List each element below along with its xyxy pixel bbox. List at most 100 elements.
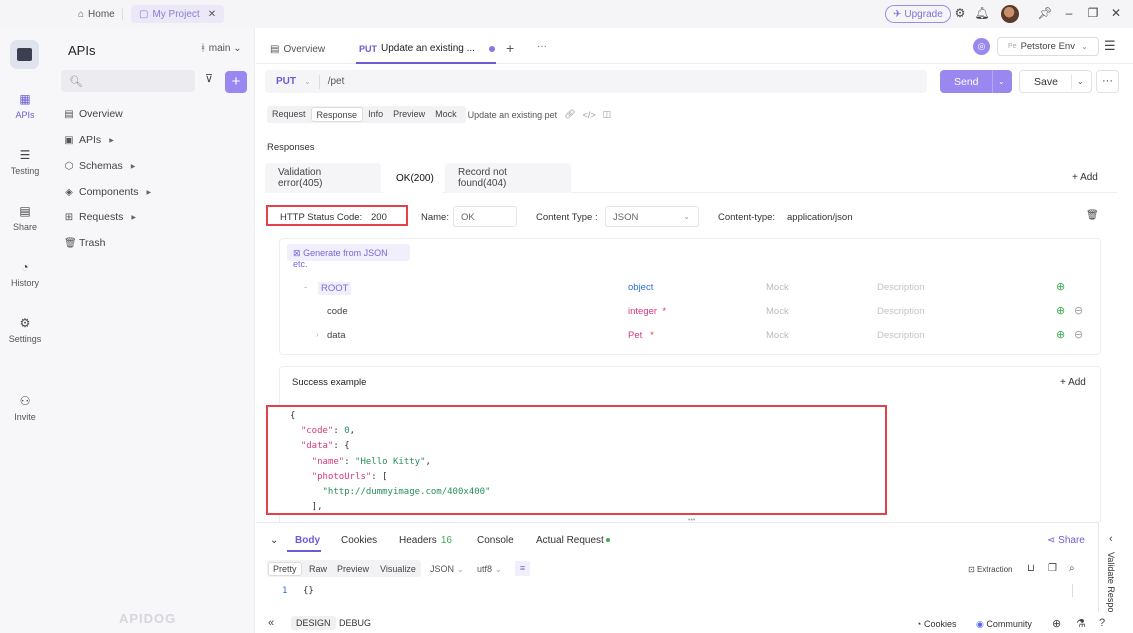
sidebar-item-apis[interactable]: ▣ APIs ▶ (64, 134, 114, 146)
pin-icon[interactable]: 📌︎ (1037, 5, 1053, 21)
code-icon[interactable]: </> (583, 110, 596, 120)
extraction-button[interactable]: ⊡ Extraction (968, 565, 1013, 574)
close-icon[interactable]: ✕ (208, 9, 216, 20)
gear-icon[interactable]: ⚙ (952, 5, 968, 21)
environment-select[interactable]: Pe Petstore Env ⌄ (997, 37, 1099, 56)
tab-record-not-found[interactable]: Record not found(404) (445, 163, 571, 193)
sidebar-item-schemas[interactable]: ⬡ Schemas ▶ (64, 160, 136, 172)
tab-console[interactable]: Console (477, 535, 514, 546)
delete-response-icon[interactable]: 🗑︎ (1086, 210, 1099, 221)
search-icon[interactable]: ⌕ (1069, 563, 1075, 574)
sidebar-item-requests[interactable]: ⊞ Requests ▶ (64, 211, 136, 223)
filter-icon[interactable]: ⊽ (201, 72, 217, 88)
name-input[interactable]: OK (453, 206, 517, 227)
tabs-more-button[interactable]: ··· (537, 41, 547, 52)
schema-type[interactable]: object (628, 282, 653, 293)
expand-icon[interactable]: › (316, 330, 319, 339)
link-icon[interactable]: 🔗︎ (564, 109, 575, 120)
generate-from-json-button[interactable]: ⊠ Generate from JSON etc. (287, 244, 410, 269)
tab-view-preview[interactable]: Preview (337, 564, 369, 574)
save-button[interactable]: Save ⌄ (1019, 70, 1092, 93)
content-type-select[interactable]: JSON ⌄ (605, 206, 699, 227)
url-path-input[interactable]: /pet (328, 76, 345, 87)
community-button[interactable]: ◉ Community (976, 619, 1032, 630)
chevron-left-icon[interactable]: ‹ (1109, 533, 1113, 545)
collapse-sidebar-icon[interactable]: « (268, 617, 274, 629)
menu-icon[interactable]: ☰ (1104, 38, 1116, 54)
tab-pretty[interactable]: Pretty (268, 562, 302, 576)
project-tab[interactable]: ▢ My Project ✕ (131, 5, 225, 23)
minimize-icon[interactable]: – (1061, 5, 1077, 21)
rail-item-settings[interactable]: ⚙ Settings (0, 316, 50, 344)
search-input[interactable]: 🔍︎ (61, 70, 195, 92)
url-bar[interactable]: PUT ⌄ /pet (265, 70, 927, 93)
add-field-icon[interactable]: ⊕ (1056, 328, 1065, 341)
app-logo[interactable] (10, 40, 39, 69)
panel-icon[interactable]: ◫ (603, 109, 612, 120)
tab-cookies[interactable]: Cookies (341, 535, 377, 546)
rail-item-invite[interactable]: ⚇ Invite (0, 394, 50, 422)
globe-icon[interactable]: ⊕ (1052, 617, 1061, 630)
schema-mock[interactable]: Mock (766, 282, 789, 293)
save-icon[interactable]: ⊔ (1027, 563, 1035, 574)
tab-actual-request[interactable]: Actual Request (536, 535, 610, 546)
rail-item-testing[interactable]: ☰ Testing (0, 148, 50, 176)
share-button[interactable]: ⋖ Share (1047, 535, 1085, 546)
schema-mock[interactable]: Mock (766, 330, 789, 341)
status-code-input[interactable]: 200 (371, 212, 387, 223)
maximize-icon[interactable]: ❐ (1085, 5, 1101, 21)
flask-icon[interactable]: ⚗ (1076, 617, 1086, 630)
tab-raw[interactable]: Raw (309, 564, 327, 574)
rail-item-apis[interactable]: ▦ APIs (0, 92, 50, 120)
rail-item-share[interactable]: ▤ Share (0, 204, 50, 232)
tab-response[interactable]: Response (310, 107, 364, 122)
branch-selector[interactable]: ᚼ main ⌄ (200, 43, 242, 54)
schema-description[interactable]: Description (877, 282, 925, 293)
tab-validation-error[interactable]: Validation error(405) (265, 163, 381, 193)
wrap-icon[interactable]: ≡ (515, 561, 530, 576)
debug-mode-button[interactable]: DEBUG (334, 616, 376, 630)
env-icon[interactable]: ◎ (973, 38, 990, 55)
collapse-icon[interactable]: - (304, 282, 307, 293)
sidebar-item-components[interactable]: ◈ Components ▶ (64, 186, 151, 198)
collapse-panel-icon[interactable]: ⌄ (270, 535, 278, 546)
tab-info[interactable]: Info (363, 107, 388, 122)
bell-icon[interactable]: 🔔︎ (974, 5, 990, 21)
method-select[interactable]: PUT (276, 76, 296, 87)
remove-field-icon[interactable]: ⊖ (1074, 304, 1083, 317)
example-code-editor[interactable]: { "code": 0, "data": { "name": "Hello Ki… (266, 405, 887, 515)
more-button[interactable]: ··· (1096, 70, 1119, 93)
sidebar-item-overview[interactable]: ▤ Overview (64, 108, 123, 120)
schema-description[interactable]: Description (877, 306, 925, 317)
tab-body[interactable]: Body (295, 535, 320, 546)
help-icon[interactable]: ? (1099, 617, 1105, 629)
chevron-down-icon[interactable]: ⌄ (998, 77, 1005, 86)
tab-visualize[interactable]: Visualize (380, 564, 416, 574)
add-field-icon[interactable]: ⊕ (1056, 304, 1065, 317)
encoding-select[interactable]: utf8 ⌄ (477, 564, 502, 575)
copy-icon[interactable]: ❐ (1048, 563, 1057, 574)
schema-mock[interactable]: Mock (766, 306, 789, 317)
avatar[interactable] (1001, 5, 1019, 23)
cookies-button[interactable]: ◔ Cookies (916, 619, 956, 629)
schema-field-name[interactable]: data (327, 330, 346, 341)
tab-preview[interactable]: Preview (388, 107, 430, 122)
schema-description[interactable]: Description (877, 330, 925, 341)
scrollbar[interactable] (1072, 584, 1082, 597)
design-mode-button[interactable]: DESIGN (291, 616, 336, 630)
home-tab[interactable]: ⌂ Home (70, 5, 123, 23)
send-button[interactable]: Send ⌄ (940, 70, 1012, 93)
chevron-down-icon[interactable]: ⌄ (1077, 77, 1084, 86)
schema-type[interactable]: Pet * (628, 330, 654, 341)
tab-request[interactable]: Request (267, 107, 311, 122)
sidebar-item-trash[interactable]: 🗑︎ Trash (64, 237, 105, 249)
schema-field-name[interactable]: code (327, 306, 348, 317)
new-tab-button[interactable]: + (506, 40, 514, 56)
add-field-icon[interactable]: ⊕ (1056, 280, 1065, 293)
tab-ok-200[interactable]: OK(200) (383, 163, 443, 193)
rail-item-history[interactable]: ◔ History (0, 260, 50, 288)
add-response-button[interactable]: + Add (1072, 172, 1098, 183)
add-button[interactable]: + (225, 71, 247, 93)
schema-type[interactable]: integer * (628, 306, 666, 317)
tab-mock[interactable]: Mock (430, 107, 462, 122)
